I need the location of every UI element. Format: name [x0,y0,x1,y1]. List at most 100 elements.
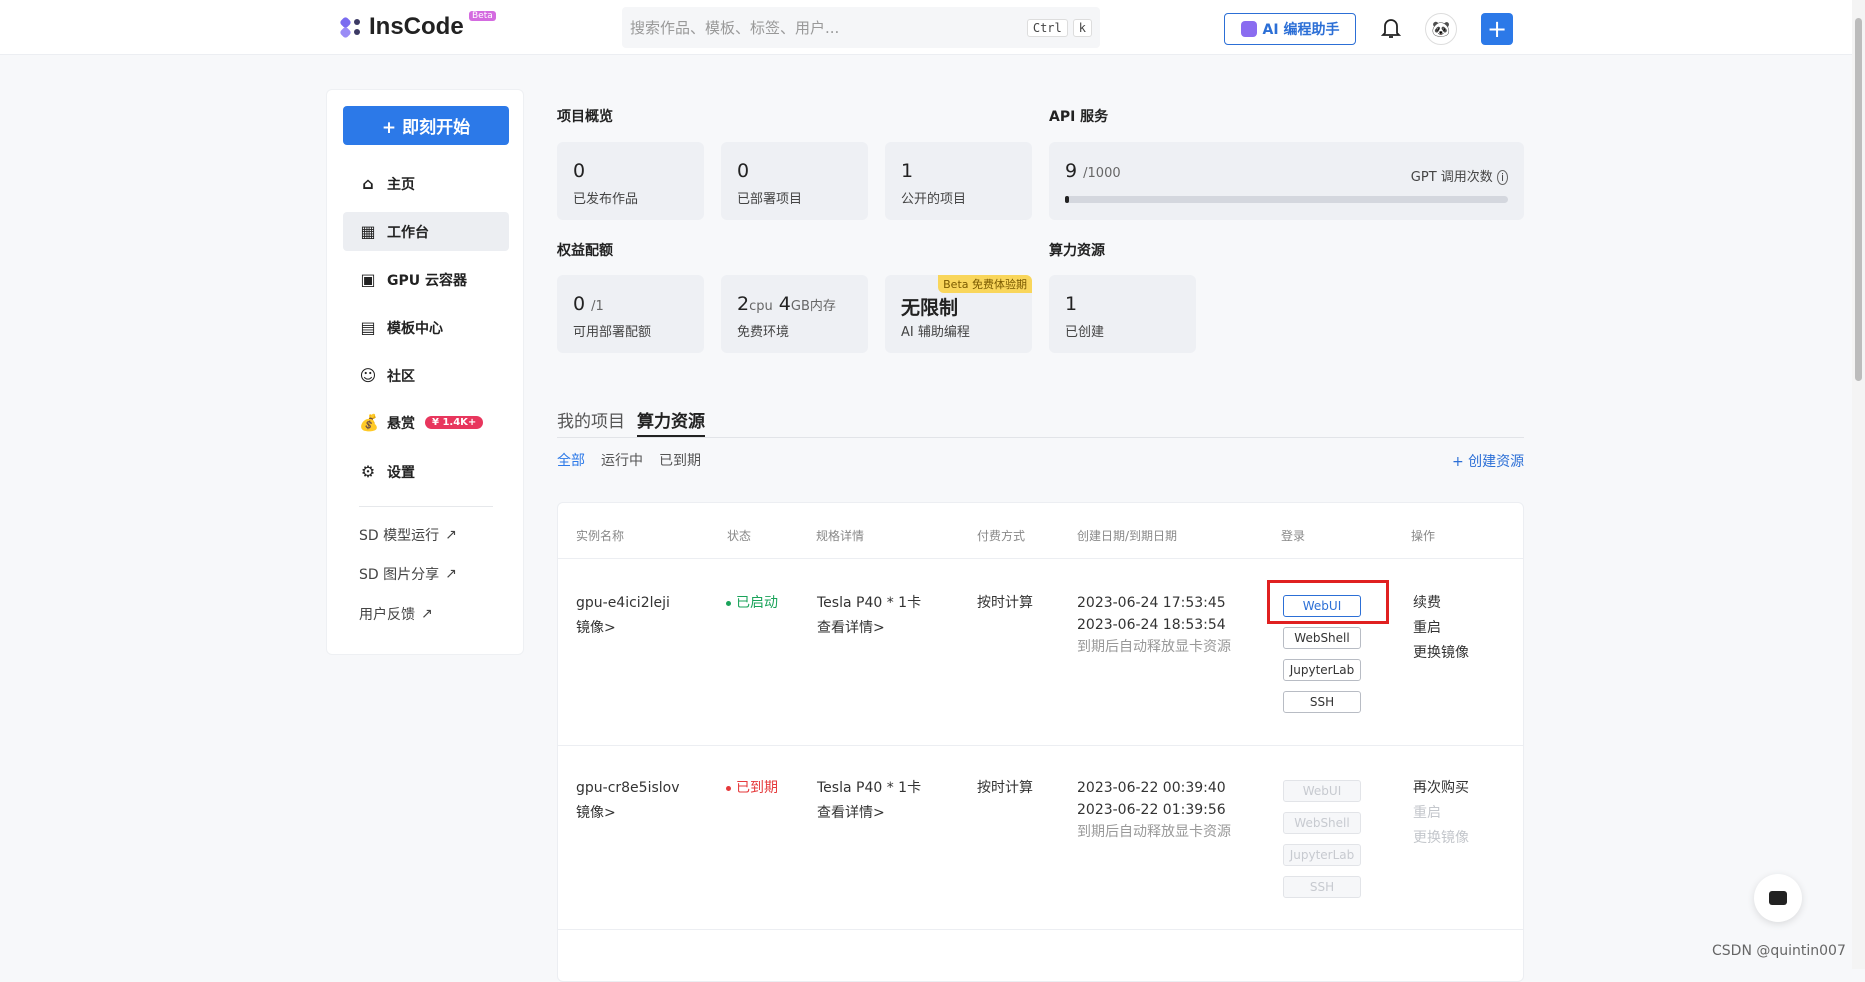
api-total: /1000 [1083,166,1121,181]
restart-link: 重启 [1413,805,1441,821]
login-webshell-button[interactable]: WebShell [1283,627,1361,649]
login-jupyterlab-button: JupyterLab [1283,844,1361,866]
expire-note: 到期后自动释放显卡资源 [1077,639,1231,655]
status-dot [726,600,731,606]
sidebar-item-label: 悬赏 [387,415,415,432]
login-ssh-button[interactable]: SSH [1283,691,1361,713]
sidebar-item-label: GPU 云容器 [387,272,467,289]
col-header: 实例名称 [576,529,625,543]
created-date: 2023-06-22 00:39:40 [1077,780,1226,796]
sidebar-item-gpu[interactable]: ▣ GPU 云容器 [343,260,509,299]
restart-link[interactable]: 重启 [1413,616,1441,640]
col-header: 状态 [727,529,752,543]
stat-label: 公开的项目 [901,192,967,207]
billing: 按时计算 [977,780,1033,796]
tab-compute-resources[interactable]: 算力资源 [637,407,705,437]
instance-name: gpu-cr8e5islov [576,780,680,796]
ai-assistant-button[interactable]: AI 编程助手 [1224,13,1356,45]
buy-again-link[interactable]: 再次购买 [1413,776,1469,800]
community-icon: ☺ [359,366,377,385]
quota-label: 可用部署配额 [573,325,652,340]
home-icon: ⌂ [362,174,374,193]
link-label: SD 模型运行 [359,528,440,544]
scrollbar[interactable] [1852,0,1865,969]
resource-table: 实例名称 状态 规格详情 付费方式 创建日期/到期日期 登录 操作 gpu-e4… [557,502,1524,982]
compute-label: 已创建 [1065,325,1105,340]
quota-title: 权益配额 [557,243,613,259]
instance-name: gpu-e4ici2leji [576,595,670,611]
kbd-k: k [1072,18,1092,37]
tab-my-projects[interactable]: 我的项目 [557,407,625,432]
created-date: 2023-06-24 17:53:45 [1077,595,1226,611]
filter-running[interactable]: 运行中 [601,450,643,470]
link-sd-gallery[interactable]: SD 图片分享 ↗ [359,564,457,584]
stat-card-published: 0 已发布作品 [557,142,704,220]
sidebar-item-community[interactable]: ☺ 社区 [343,356,509,395]
image-link[interactable]: 镜像> [576,801,616,825]
scrollbar-thumb[interactable] [1855,18,1862,381]
sidebar-item-home[interactable]: ⌂ 主页 [343,164,509,203]
sidebar-item-templates[interactable]: ▤ 模板中心 [343,308,509,347]
beta-trial-tag: Beta 免费体验期 [938,275,1032,293]
login-jupyterlab-button[interactable]: JupyterLab [1283,659,1361,681]
login-webshell-button: WebShell [1283,812,1361,834]
logo[interactable]: InsCode Beta [339,11,496,41]
bounty-icon: 💰 [359,413,379,432]
renew-link[interactable]: 续费 [1413,591,1441,615]
cpu-value: 2 [737,293,750,315]
overview-title: 项目概览 [557,109,613,125]
start-now-button[interactable]: + 即刻开始 [343,106,509,145]
api-title: API 服务 [1049,109,1109,125]
bell-icon[interactable] [1381,17,1401,39]
billing: 按时计算 [977,595,1033,611]
avatar[interactable]: 🐼 [1425,13,1457,45]
filter-expired[interactable]: 已到期 [659,450,701,470]
kbd-ctrl: Ctrl [1026,18,1068,37]
api-label: GPT 调用次数 [1410,170,1493,185]
link-feedback[interactable]: 用户反馈 ↗ [359,604,433,624]
filter-all[interactable]: 全部 [557,450,585,470]
spec-details-link[interactable]: 查看详情> [817,616,885,640]
watermark: CSDN @quintin007 [1712,943,1846,959]
external-link-icon: ↗ [421,606,433,622]
spec-details-link[interactable]: 查看详情> [817,801,885,825]
create-plus-button[interactable]: + [1481,13,1513,45]
compute-value: 1 [1065,293,1078,315]
bounty-badge: ¥ 1.4K+ [425,416,484,429]
grid-icon: ▦ [360,222,376,241]
row-divider [558,929,1523,930]
login-webui-button: WebUI [1283,780,1361,802]
link-sd-model[interactable]: SD 模型运行 ↗ [359,525,457,545]
cpu-unit: cpu [749,299,773,314]
sidebar: + 即刻开始 ⌂ 主页 ▦ 工作台 ▣ GPU 云容器 ▤ 模板中心 ☺ 社区 💰 悬赏 ¥ … [326,89,524,655]
stat-value: 0 [737,160,750,182]
status-text: 已到期 [736,780,778,796]
image-link[interactable]: 镜像> [576,616,616,640]
login-webui-button[interactable]: WebUI [1283,595,1361,617]
col-header: 付费方式 [977,529,1026,543]
status-badge: 已到期 [726,776,778,800]
quota-label: AI 辅助编程 [901,325,970,340]
external-link-icon: ↗ [445,527,457,543]
stat-label: 已发布作品 [573,192,639,207]
chat-button[interactable] [1754,874,1802,922]
sidebar-item-workbench[interactable]: ▦ 工作台 [343,212,509,251]
search-input[interactable]: 搜索作品、模板、标签、用户... Ctrl k [622,7,1100,48]
col-header: 创建日期/到期日期 [1077,529,1178,543]
expire-date: 2023-06-24 18:53:54 [1077,617,1226,633]
link-label: SD 图片分享 [359,567,440,583]
api-usage-card: 9 /1000 GPT 调用次数 i [1049,142,1524,220]
change-image-link: 更换镜像 [1413,830,1469,846]
status-dot [726,785,731,791]
info-icon[interactable]: i [1496,170,1508,185]
status-text: 已启动 [736,595,778,611]
quota-card-ai: Beta 免费体验期 无限制 AI 辅助编程 [885,275,1032,353]
sidebar-item-settings[interactable]: ⚙ 设置 [343,452,509,491]
stat-card-deployed: 0 已部署项目 [721,142,868,220]
create-resource-button[interactable]: + 创建资源 [1452,451,1524,471]
change-image-link[interactable]: 更换镜像 [1413,641,1469,665]
sidebar-item-bounty[interactable]: 💰 悬赏 ¥ 1.4K+ [343,403,509,442]
mem-value: 4 [778,293,791,315]
spec: Tesla P40 * 1卡 [817,595,922,611]
quota-value: 0 [573,293,586,315]
